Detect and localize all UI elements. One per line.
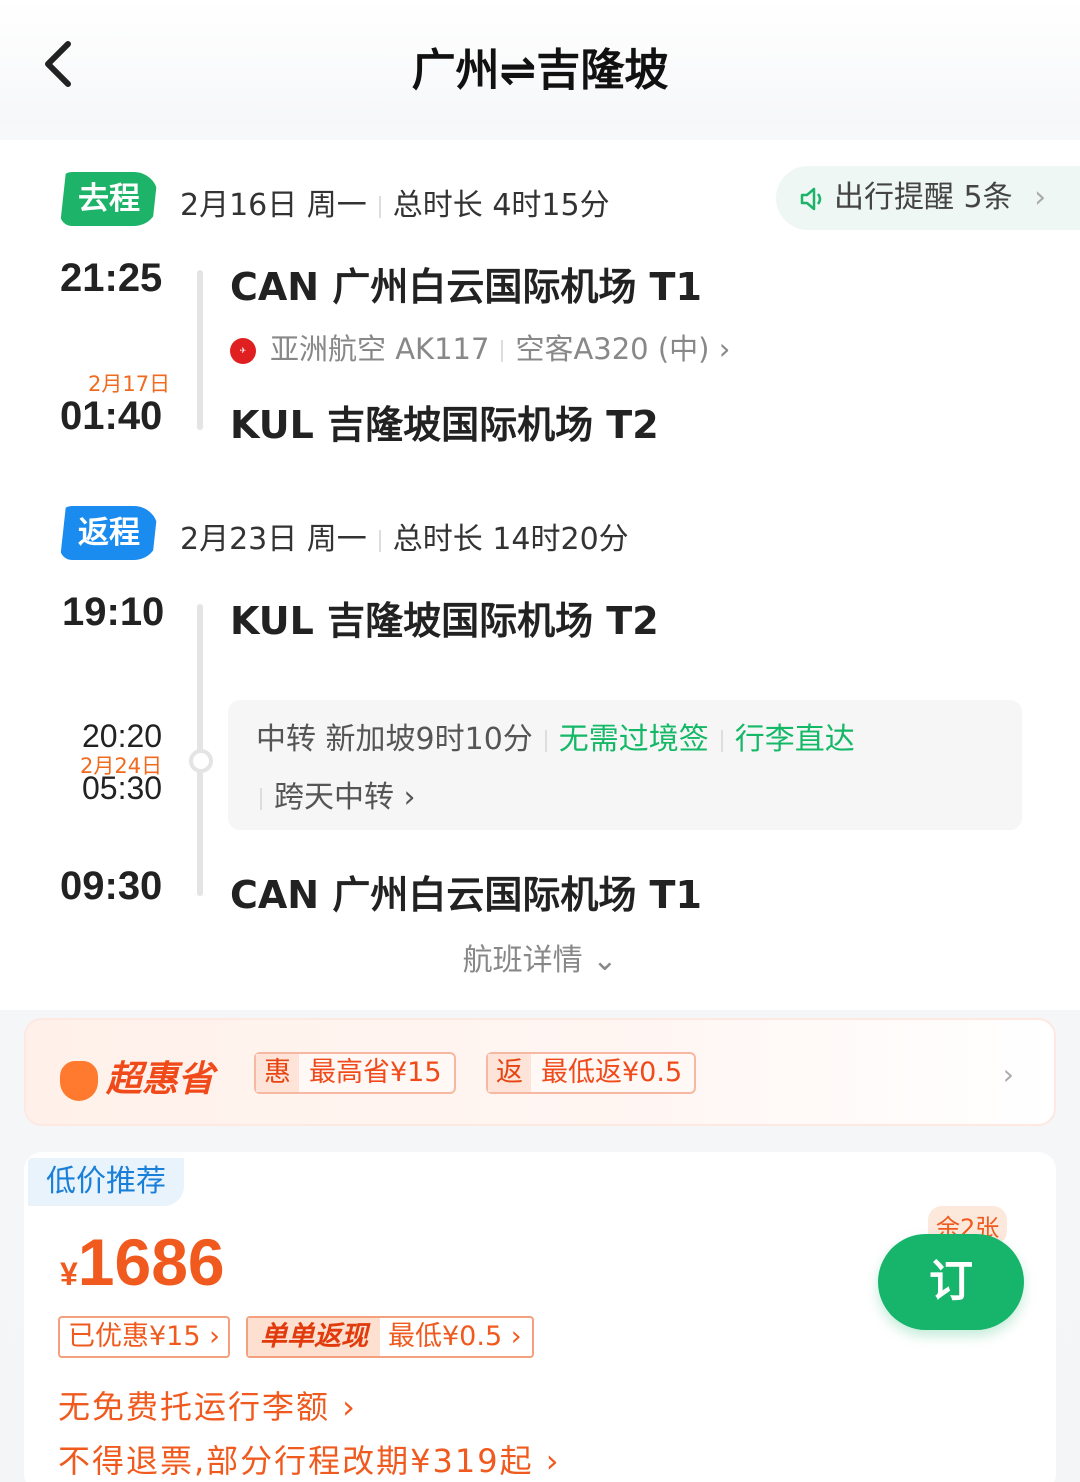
no-visa-label: 无需过境签 [558,722,709,757]
outbound-date: 2月16日 周一 [180,188,367,223]
transfer-depart-time: 05:30 [82,770,163,806]
promo-chip-return: 返最低返¥0.5 [486,1052,697,1094]
recommend-tag: 低价推荐 [28,1158,184,1206]
price: ¥1686 [60,1225,225,1299]
travel-reminder-button[interactable]: 出行提醒 5条 › [776,166,1080,230]
transfer-dot [189,749,213,773]
outbound-tag: 去程 [60,172,158,226]
outbound-info: 2月16日 周一 总时长 4时15分 [180,180,610,224]
transfer-box[interactable]: 中转 新加坡9时10分 无需过境签 行李直达 跨天中转 › [228,700,1022,830]
outbound-arr-time: 01:40 [60,394,163,438]
return-duration: 总时长 14时20分 [392,522,629,557]
cashback-badge[interactable]: 单单返现 最低¥0.5 › [246,1316,534,1358]
reminder-label: 出行提醒 5条 [834,180,1013,215]
return-arr-airport: CAN 广州白云国际机场 T1 [230,873,702,917]
airline-name: 亚洲航空 AK117 [270,332,490,366]
chevron-right-icon: › [1002,1058,1014,1091]
outbound-duration: 总时长 4时15分 [392,188,610,223]
outbound-arr-airport: KUL 吉隆坡国际机场 T2 [230,403,659,447]
return-info: 2月23日 周一 总时长 14时20分 [180,514,629,558]
return-dep-time: 19:10 [62,590,165,634]
outbound-dep-airport: CAN 广州白云国际机场 T1 [230,265,702,309]
page-title: 广州⇌吉隆坡 [411,45,669,96]
outbound-dep-time: 21:25 [60,256,163,300]
aircraft-type: 空客A320 (中) › [515,332,731,366]
promo-chip-save: 惠最高省¥15 [254,1052,456,1094]
return-arr-time: 09:30 [60,864,163,908]
chevron-right-icon: › [1034,180,1047,215]
money-bag-icon [60,1061,98,1101]
header: 广州⇌吉隆坡 [0,0,1080,125]
promo-banner[interactable]: 超惠省 惠最高省¥15 返最低返¥0.5 › [24,1018,1056,1126]
transfer-city: 中转 新加坡9时10分 [256,722,533,757]
refund-rule[interactable]: 不得退票,部分行程改期¥319起 › [58,1436,561,1482]
overnight-transfer-label: 跨天中转 › [274,780,416,815]
book-button[interactable]: 订 [878,1234,1024,1330]
airline-info[interactable]: ✈ 亚洲航空 AK117 空客A320 (中) › [230,326,730,368]
flight-details-toggle[interactable]: 航班详情 ⌄ [0,935,1080,979]
baggage-rule[interactable]: 无免费托运行李额 › [58,1382,357,1428]
return-dep-airport: KUL 吉隆坡国际机场 T2 [230,599,659,643]
baggage-through-label: 行李直达 [734,722,855,757]
discount-badge[interactable]: 已优惠¥15 › [58,1316,230,1358]
airasia-logo-icon: ✈ [230,338,256,364]
return-date: 2月23日 周一 [180,522,367,557]
promo-brand: 超惠省 [60,1050,214,1102]
speaker-icon [800,187,822,210]
return-tag: 返程 [60,506,158,560]
outbound-timeline [197,270,203,430]
